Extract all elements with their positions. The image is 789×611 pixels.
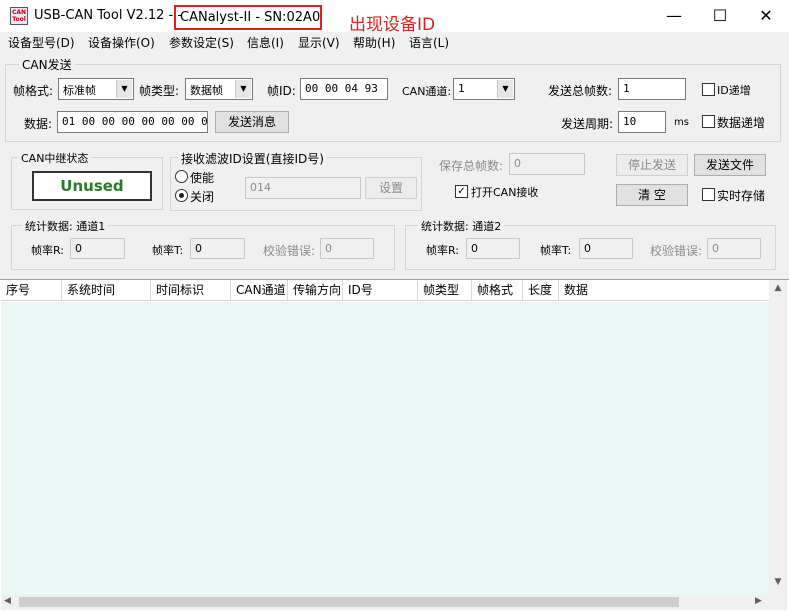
horizontal-scroll-thumb[interactable] (19, 597, 679, 607)
chevron-down-icon: ▼ (497, 80, 513, 98)
title-bar: CAN Tool USB-CAN Tool V2.12 - - CANalyst… (0, 0, 789, 35)
send-file-button[interactable]: 发送文件 (694, 154, 766, 176)
relay-status-title: CAN中继状态 (18, 150, 92, 166)
menu-device-operation[interactable]: 设备操作(O) (88, 34, 155, 51)
total-frames-label: 发送总帧数: (548, 84, 613, 98)
app-icon: CAN Tool (10, 7, 28, 25)
realtime-save-checkbox[interactable] (702, 188, 715, 201)
open-receive-label: 打开CAN接收 (471, 186, 539, 199)
ch1-rate-t-value: 0 (190, 238, 245, 259)
window-title: USB-CAN Tool V2.12 - - (34, 8, 183, 23)
stop-send-button[interactable]: 停止发送 (616, 154, 688, 176)
message-table[interactable]: 序号 系统时间 时间标识 CAN通道 传输方向 ID号 帧类型 帧格式 长度 数… (0, 279, 789, 611)
total-frames-input[interactable]: 1 (618, 78, 686, 100)
horizontal-scrollbar[interactable]: ◀ ▶ (1, 594, 769, 610)
check-icon: ✓ (457, 186, 466, 197)
frame-type-value: 数据帧 (190, 84, 223, 97)
filter-enable-label: 使能 (190, 171, 215, 185)
relay-status-display: Unused (32, 171, 152, 201)
menu-bar: 设备型号(D) 设备操作(O) 参数设定(S) 信息(I) 显示(V) 帮助(H… (0, 32, 789, 52)
realtime-save-label: 实时存储 (717, 189, 766, 203)
column-header-frame-format[interactable]: 帧格式 (472, 280, 523, 301)
ch2-error-label: 校验错误: (650, 244, 703, 258)
filter-title: 接收滤波ID设置(直接ID号) (178, 150, 327, 167)
ch2-rate-r-value: 0 (466, 238, 520, 259)
scroll-right-icon[interactable]: ▶ (755, 596, 762, 606)
frame-id-label: 帧ID: (267, 84, 296, 98)
filter-disable-radio[interactable] (175, 189, 188, 202)
id-increment-checkbox[interactable] (702, 83, 715, 96)
can-channel-select[interactable]: 1 ▼ (453, 78, 515, 100)
column-header-can-channel[interactable]: CAN通道 (231, 280, 288, 301)
resize-grip (769, 594, 787, 610)
open-receive-checkbox[interactable]: ✓ (455, 185, 468, 198)
can-channel-value: 1 (458, 82, 465, 95)
chevron-down-icon: ▼ (235, 80, 251, 98)
table-header: 序号 系统时间 时间标识 CAN通道 传输方向 ID号 帧类型 帧格式 长度 数… (1, 280, 769, 301)
clear-button[interactable]: 清 空 (616, 184, 688, 206)
ch2-rate-r-label: 帧率R: (426, 244, 460, 257)
column-header-timestamp[interactable]: 时间标识 (151, 280, 231, 301)
column-header-length[interactable]: 长度 (523, 280, 559, 301)
filter-set-button[interactable]: 设置 (365, 177, 417, 199)
filter-enable-radio[interactable] (175, 170, 188, 183)
chevron-down-icon: ▼ (116, 80, 132, 98)
column-header-id[interactable]: ID号 (343, 280, 418, 301)
menu-device-model[interactable]: 设备型号(D) (8, 34, 75, 51)
maximize-button[interactable]: ☐ (697, 0, 743, 32)
device-serial-highlight: CANalyst-II - SN:02A0 (174, 5, 322, 30)
menu-parameter-settings[interactable]: 参数设定(S) (169, 34, 234, 51)
ch1-error-value: 0 (320, 238, 374, 259)
scroll-down-icon[interactable]: ▼ (769, 577, 787, 587)
ch1-rate-r-label: 帧率R: (31, 244, 65, 257)
data-label: 数据: (24, 117, 53, 131)
scroll-left-icon[interactable]: ◀ (4, 596, 11, 606)
ch2-error-value: 0 (707, 238, 761, 259)
menu-language[interactable]: 语言(L) (409, 34, 449, 51)
close-button[interactable]: ✕ (743, 0, 789, 32)
table-body[interactable] (1, 302, 769, 594)
filter-id-input[interactable]: 014 (245, 177, 361, 199)
frame-format-select[interactable]: 标准帧 ▼ (58, 78, 134, 100)
column-header-system-time[interactable]: 系统时间 (62, 280, 151, 301)
ch1-rate-r-value: 0 (70, 238, 125, 259)
minimize-button[interactable]: — (651, 0, 697, 32)
ch2-rate-t-value: 0 (579, 238, 633, 259)
period-unit: ms (674, 117, 689, 128)
save-total-label: 保存总帧数: (439, 159, 504, 173)
column-header-index[interactable]: 序号 (1, 280, 62, 301)
can-channel-label: CAN通道: (402, 85, 452, 98)
column-header-frame-type[interactable]: 帧类型 (418, 280, 472, 301)
menu-display[interactable]: 显示(V) (298, 34, 340, 51)
column-header-direction[interactable]: 传输方向 (288, 280, 343, 301)
scroll-up-icon[interactable]: ▲ (769, 283, 787, 293)
menu-info[interactable]: 信息(I) (247, 34, 284, 51)
can-send-title: CAN发送 (19, 56, 75, 73)
data-increment-label: 数据递增 (717, 116, 766, 130)
id-increment-label: ID递增 (717, 84, 751, 97)
frame-id-input[interactable]: 00 00 04 93 (300, 78, 388, 100)
data-input[interactable]: 01 00 00 00 00 00 00 00 (57, 111, 208, 133)
frame-type-select[interactable]: 数据帧 ▼ (185, 78, 253, 100)
ch1-error-label: 校验错误: (263, 244, 316, 258)
frame-type-label: 帧类型: (139, 84, 180, 98)
column-header-data[interactable]: 数据 (559, 280, 769, 301)
stats-channel1-title: 统计数据: 通道1 (22, 218, 109, 234)
ch2-rate-t-label: 帧率T: (540, 244, 572, 257)
save-total-input: 0 (509, 153, 585, 175)
send-period-label: 发送周期: (561, 117, 614, 131)
stats-channel2-title: 统计数据: 通道2 (418, 218, 505, 234)
send-period-input[interactable]: 10 (618, 111, 666, 133)
filter-disable-label: 关闭 (190, 190, 215, 204)
data-increment-checkbox[interactable] (702, 115, 715, 128)
vertical-scrollbar[interactable]: ▲ ▼ (769, 280, 787, 594)
frame-format-value: 标准帧 (63, 84, 96, 97)
ch1-rate-t-label: 帧率T: (152, 244, 184, 257)
frame-format-label: 帧格式: (13, 84, 54, 98)
menu-help[interactable]: 帮助(H) (353, 34, 395, 51)
send-message-button[interactable]: 发送消息 (215, 111, 289, 133)
